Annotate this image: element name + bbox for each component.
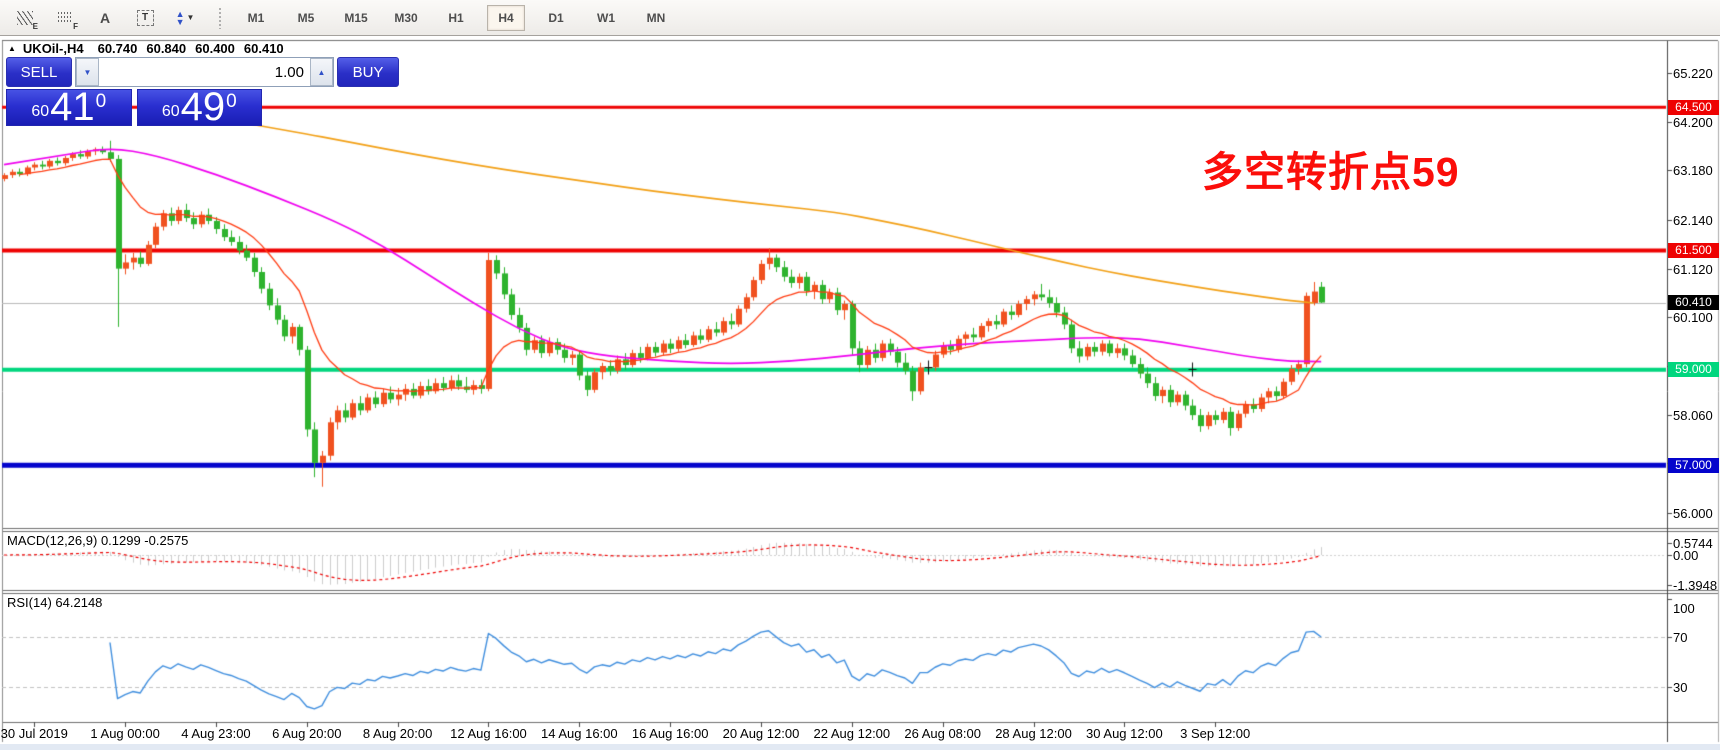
timeframe-m1[interactable]: M1 bbox=[237, 5, 275, 31]
macd-tick-0.00: 0.00 bbox=[1673, 548, 1719, 563]
volume-decrease-button[interactable]: ▼ bbox=[76, 58, 99, 86]
text-glyph: A bbox=[100, 10, 110, 26]
macd-name: MACD(12,26,9) bbox=[7, 533, 97, 548]
sell-price-main: 41 bbox=[50, 90, 95, 124]
volume-increase-button[interactable]: ▲ bbox=[310, 58, 333, 86]
date-label: 1 Aug 00:00 bbox=[90, 726, 159, 741]
date-label: 26 Aug 08:00 bbox=[904, 726, 981, 741]
toolbar-separator bbox=[218, 7, 222, 29]
price-tick-58.060: 58.060 bbox=[1673, 408, 1719, 423]
timeframe-mn[interactable]: MN bbox=[637, 5, 675, 31]
timeframe-group: M1 M5 M15 M30 H1 H4 D1 W1 MN bbox=[226, 5, 686, 31]
timeframe-h4[interactable]: H4 bbox=[487, 5, 525, 31]
price-tick-61.120: 61.120 bbox=[1673, 262, 1719, 277]
text-label-icon[interactable]: A bbox=[90, 5, 120, 31]
sell-price-pip: 0 bbox=[96, 91, 107, 113]
timeframe-m30[interactable]: M30 bbox=[387, 5, 425, 31]
chevron-down-icon: ▼ bbox=[187, 13, 195, 22]
arrange-arrows-icon[interactable]: ▲▼ ▼ bbox=[170, 5, 200, 31]
date-label: 16 Aug 16:00 bbox=[632, 726, 709, 741]
chart-annotation: 多空转折点59 bbox=[1202, 138, 1460, 198]
one-click-trading-panel: SELL ▼ ▲ BUY 60 41 0 60 49 0 bbox=[6, 57, 262, 126]
price-tick-60.100: 60.100 bbox=[1673, 310, 1719, 325]
buy-price-tile[interactable]: 60 49 0 bbox=[137, 89, 263, 126]
level-badge-57.000: 57.000 bbox=[1668, 458, 1719, 473]
buy-price-prefix: 60 bbox=[162, 103, 180, 121]
macd-label: MACD(12,26,9) 0.1299 -0.2575 bbox=[7, 533, 188, 548]
level-badge-64.500: 64.500 bbox=[1668, 100, 1719, 115]
buy-button[interactable]: BUY bbox=[337, 57, 399, 87]
open-value: 60.740 bbox=[98, 41, 138, 56]
rsi-tick-100: 100 bbox=[1673, 601, 1719, 616]
date-label: 12 Aug 16:00 bbox=[450, 726, 527, 741]
grid-glyph bbox=[57, 11, 73, 24]
date-label: 28 Aug 12:00 bbox=[995, 726, 1072, 741]
buy-price-pip: 0 bbox=[226, 91, 237, 113]
date-label: 6 Aug 20:00 bbox=[272, 726, 341, 741]
trading-terminal-window: E F A T ▲▼ ▼ M1M5M15M30H1H4D1W1MN ▲ UKOi… bbox=[0, 0, 1720, 750]
drawing-tools-group: E F A T ▲▼ ▼ bbox=[0, 5, 210, 31]
symbol-period-label: UKOil-,H4 bbox=[23, 41, 84, 56]
macd-values: 0.1299 -0.2575 bbox=[101, 533, 188, 548]
price-tick-64.200: 64.200 bbox=[1673, 115, 1719, 130]
price-tick-65.220: 65.220 bbox=[1673, 66, 1719, 81]
chart-title: ▲ UKOil-,H4 60.740 60.840 60.400 60.410 bbox=[8, 41, 293, 56]
sell-price-tile[interactable]: 60 41 0 bbox=[6, 89, 132, 126]
timeframe-m15[interactable]: M15 bbox=[337, 5, 375, 31]
timeframe-d1[interactable]: D1 bbox=[537, 5, 575, 31]
textbox-glyph: T bbox=[137, 10, 154, 26]
close-value: 60.410 bbox=[244, 41, 284, 56]
timeframe-m5[interactable]: M5 bbox=[287, 5, 325, 31]
sell-price-prefix: 60 bbox=[31, 103, 49, 121]
rsi-name: RSI(14) bbox=[7, 595, 52, 610]
current-price-badge: 60.410 bbox=[1668, 295, 1719, 310]
text-box-icon[interactable]: T bbox=[130, 5, 160, 31]
price-tick-63.180: 63.180 bbox=[1673, 163, 1719, 178]
timeframe-w1[interactable]: W1 bbox=[587, 5, 625, 31]
date-label: 8 Aug 20:00 bbox=[363, 726, 432, 741]
grid-sub-label: F bbox=[73, 22, 78, 31]
volume-input[interactable] bbox=[99, 58, 310, 86]
hatch-glyph bbox=[17, 11, 33, 25]
rsi-tick-30: 30 bbox=[1673, 680, 1719, 695]
rsi-value: 64.2148 bbox=[55, 595, 102, 610]
date-label: 30 Aug 12:00 bbox=[1086, 726, 1163, 741]
date-label: 3 Sep 12:00 bbox=[1180, 726, 1250, 741]
volume-stepper: ▼ ▲ bbox=[75, 57, 334, 87]
sell-button[interactable]: SELL bbox=[6, 57, 72, 87]
window-bottom-strip bbox=[0, 744, 1720, 750]
date-label: 22 Aug 12:00 bbox=[814, 726, 891, 741]
level-badge-61.500: 61.500 bbox=[1668, 243, 1719, 258]
up-down-arrows-glyph: ▲▼ bbox=[176, 10, 185, 26]
date-label: 14 Aug 16:00 bbox=[541, 726, 618, 741]
collapse-triangle-icon: ▲ bbox=[8, 44, 16, 53]
indicators-sub-label: E bbox=[33, 22, 38, 31]
buy-price-main: 49 bbox=[181, 90, 226, 124]
date-label: 20 Aug 12:00 bbox=[723, 726, 800, 741]
low-value: 60.400 bbox=[195, 41, 235, 56]
date-label: 30 Jul 2019 bbox=[1, 726, 68, 741]
indicators-icon[interactable]: E bbox=[10, 5, 40, 31]
rsi-label: RSI(14) 64.2148 bbox=[7, 595, 102, 610]
price-tick-62.140: 62.140 bbox=[1673, 213, 1719, 228]
timeframe-h1[interactable]: H1 bbox=[437, 5, 475, 31]
price-tick-56.000: 56.000 bbox=[1673, 506, 1719, 521]
level-badge-59.000: 59.000 bbox=[1668, 362, 1719, 377]
toolbar: E F A T ▲▼ ▼ M1 M5 M15 M30 H1 H4 D1 W1 MN bbox=[0, 0, 1720, 36]
macd-tick--1.3948: -1.3948 bbox=[1673, 578, 1719, 593]
rsi-tick-70: 70 bbox=[1673, 630, 1719, 645]
high-value: 60.840 bbox=[146, 41, 186, 56]
grid-icon[interactable]: F bbox=[50, 5, 80, 31]
date-label: 4 Aug 23:00 bbox=[181, 726, 250, 741]
